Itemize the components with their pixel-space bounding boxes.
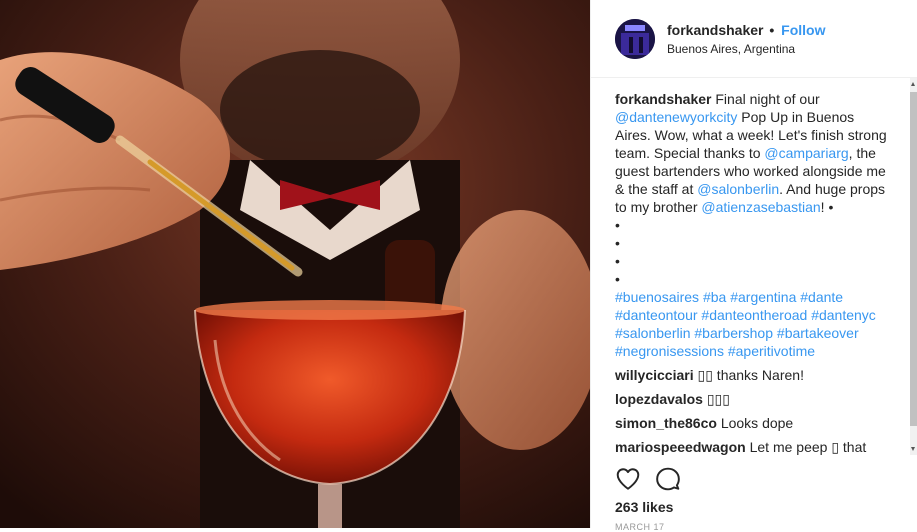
header-username[interactable]: forkandshaker bbox=[667, 22, 763, 38]
likes-count[interactable]: 263 likes bbox=[615, 499, 673, 515]
comment-text: Looks dope bbox=[720, 415, 794, 431]
comment-username[interactable]: willycicciari bbox=[615, 367, 694, 383]
hashtag-dantenyc[interactable]: #dantenyc bbox=[811, 307, 876, 323]
post-header: forkandshaker • Follow Buenos Aires, Arg… bbox=[591, 0, 917, 78]
comment-row: mariospeeedwagon Let me peep ▯ that bbox=[615, 438, 893, 456]
scroll-down-arrow-icon[interactable] bbox=[911, 447, 915, 451]
comment-button[interactable] bbox=[655, 466, 681, 492]
comment-username[interactable]: mariospeeedwagon bbox=[615, 439, 746, 455]
comment-text: ▯▯ thanks Naren! bbox=[697, 367, 804, 383]
comment-username[interactable]: lopezdavalos bbox=[615, 391, 703, 407]
instagram-post: forkandshaker • Follow Buenos Aires, Arg… bbox=[0, 0, 917, 532]
post-date: MARCH 17 bbox=[615, 522, 665, 532]
hashtag-danteontour[interactable]: #danteontour bbox=[615, 307, 698, 323]
scrollbar-thumb[interactable] bbox=[910, 92, 917, 426]
mention-campariarg[interactable]: @campariarg bbox=[764, 145, 848, 161]
bartender-cocktail-image bbox=[0, 0, 590, 528]
comment-row: willycicciari ▯▯ thanks Naren! bbox=[615, 366, 893, 384]
comment-row: simon_the86co Looks dope bbox=[615, 414, 893, 432]
post-photo[interactable] bbox=[0, 0, 590, 528]
separator-dot: • bbox=[769, 22, 775, 38]
like-button[interactable] bbox=[615, 466, 641, 492]
mention-atienzasebastian[interactable]: @atienzasebastian bbox=[701, 199, 820, 215]
caption-text-1: Final night of our bbox=[711, 91, 820, 107]
hashtag-buenosaires[interactable]: #buenosaires bbox=[615, 289, 699, 305]
caption-bullet: • bbox=[615, 217, 620, 233]
caption-bullet: • bbox=[615, 235, 620, 251]
header-username-row: forkandshaker • Follow bbox=[667, 22, 826, 38]
comment-row: lopezdavalos ▯▯▯ bbox=[615, 390, 893, 408]
mention-dantenewyorkcity[interactable]: @dantenewyorkcity bbox=[615, 109, 737, 125]
comment-text: ▯▯▯ bbox=[706, 391, 730, 407]
follow-button[interactable]: Follow bbox=[781, 22, 825, 38]
heart-icon bbox=[616, 468, 640, 490]
action-bar bbox=[615, 466, 695, 492]
hashtag-list: #buenosaires #ba #argentina #dante #dant… bbox=[615, 288, 893, 360]
comment-icon bbox=[656, 467, 680, 491]
caption-bullet: • bbox=[615, 253, 620, 269]
caption-bullet: • bbox=[615, 271, 620, 287]
hashtag-danteontheroad[interactable]: #danteontheroad bbox=[701, 307, 807, 323]
hashtag-negronisessions[interactable]: #negronisessions bbox=[615, 343, 724, 359]
hashtag-barbershop[interactable]: #barbershop bbox=[694, 325, 773, 341]
comments-list[interactable]: forkandshaker Final night of our @danten… bbox=[615, 90, 893, 456]
location-link[interactable]: Buenos Aires, Argentina bbox=[667, 42, 795, 56]
avatar-image bbox=[615, 19, 655, 59]
comments-scrollbar[interactable] bbox=[910, 78, 917, 455]
hashtag-salonberlin[interactable]: #salonberlin bbox=[615, 325, 691, 341]
hashtag-dante[interactable]: #dante bbox=[800, 289, 843, 305]
mention-salonberlin[interactable]: @salonberlin bbox=[697, 181, 779, 197]
caption-username[interactable]: forkandshaker bbox=[615, 91, 711, 107]
avatar[interactable] bbox=[615, 19, 655, 59]
hashtag-argentina[interactable]: #argentina bbox=[730, 289, 796, 305]
hashtag-ba[interactable]: #ba bbox=[703, 289, 726, 305]
caption-text-5: ! • bbox=[820, 199, 834, 215]
scroll-up-arrow-icon[interactable] bbox=[911, 82, 915, 86]
comment-username[interactable]: simon_the86co bbox=[615, 415, 717, 431]
hashtag-aperitivotime[interactable]: #aperitivotime bbox=[728, 343, 815, 359]
caption: forkandshaker Final night of our @danten… bbox=[615, 90, 893, 360]
post-details-panel: forkandshaker • Follow Buenos Aires, Arg… bbox=[590, 0, 917, 532]
hashtag-bartakeover[interactable]: #bartakeover bbox=[777, 325, 859, 341]
comment-text: Let me peep ▯ that bbox=[749, 439, 867, 455]
